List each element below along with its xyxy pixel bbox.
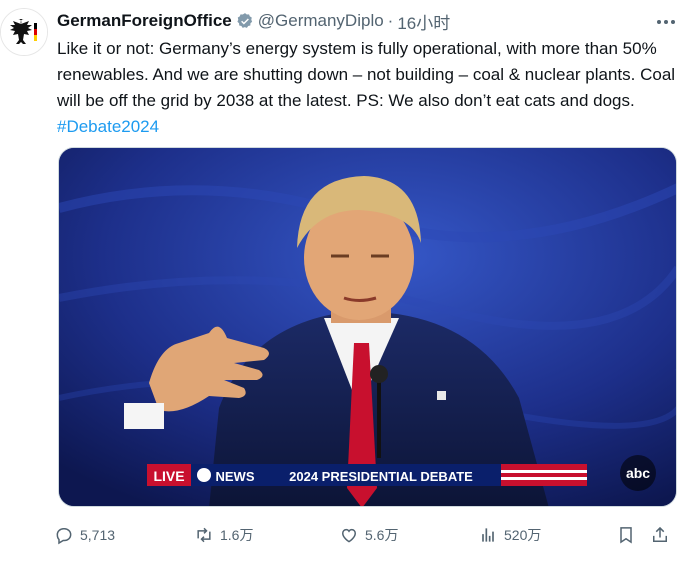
tweet-video[interactable]: LIVE NEWS 2024 PRESIDENTIAL DEBATE abc — [58, 147, 677, 507]
repost-icon — [197, 527, 211, 543]
handle[interactable]: @GermanyDiplo — [258, 11, 384, 31]
share-button[interactable] — [650, 520, 676, 550]
tweet-header: GermanForeignOffice @GermanyDiplo · 16小时 — [57, 9, 450, 34]
ticker-live: LIVE — [153, 468, 184, 484]
like-count: 5.6万 — [365, 527, 399, 543]
repost-count: 1.6万 — [220, 527, 254, 543]
action-bar: 5,713 1.6万 5.6万 520万 — [54, 520, 684, 550]
repost-button[interactable]: 1.6万 — [194, 520, 253, 550]
more-icon[interactable] — [654, 12, 678, 32]
tweet-text: Like it or not: Germany’s energy system … — [57, 36, 687, 140]
tweet-body: Like it or not: Germany’s energy system … — [57, 39, 676, 110]
separator: · — [387, 11, 394, 30]
hashtag-link[interactable]: #Debate2024 — [57, 117, 159, 136]
like-icon — [341, 528, 357, 543]
bookmark-button[interactable] — [616, 520, 642, 550]
eagle-icon — [1, 9, 47, 55]
views-button[interactable]: 520万 — [478, 520, 541, 550]
reply-button[interactable]: 5,713 — [54, 520, 115, 550]
reply-count: 5,713 — [80, 527, 116, 543]
timestamp[interactable]: 16小时 — [397, 9, 450, 34]
ticker-network: NEWS — [216, 469, 255, 484]
avatar[interactable] — [0, 8, 48, 56]
like-button[interactable]: 5.6万 — [339, 520, 398, 550]
abc-logo: abc — [626, 465, 650, 481]
tweet: GermanForeignOffice @GermanyDiplo · 16小时… — [0, 0, 697, 567]
verified-badge-icon — [237, 13, 252, 28]
ticker-headline: 2024 PRESIDENTIAL DEBATE — [289, 469, 473, 484]
display-name[interactable]: GermanForeignOffice — [57, 11, 232, 31]
reply-icon — [56, 528, 72, 545]
video-frame: LIVE NEWS 2024 PRESIDENTIAL DEBATE abc — [59, 148, 676, 506]
share-icon — [653, 526, 667, 542]
bookmark-icon — [620, 527, 632, 544]
views-icon — [482, 528, 494, 542]
views-count: 520万 — [504, 527, 542, 543]
